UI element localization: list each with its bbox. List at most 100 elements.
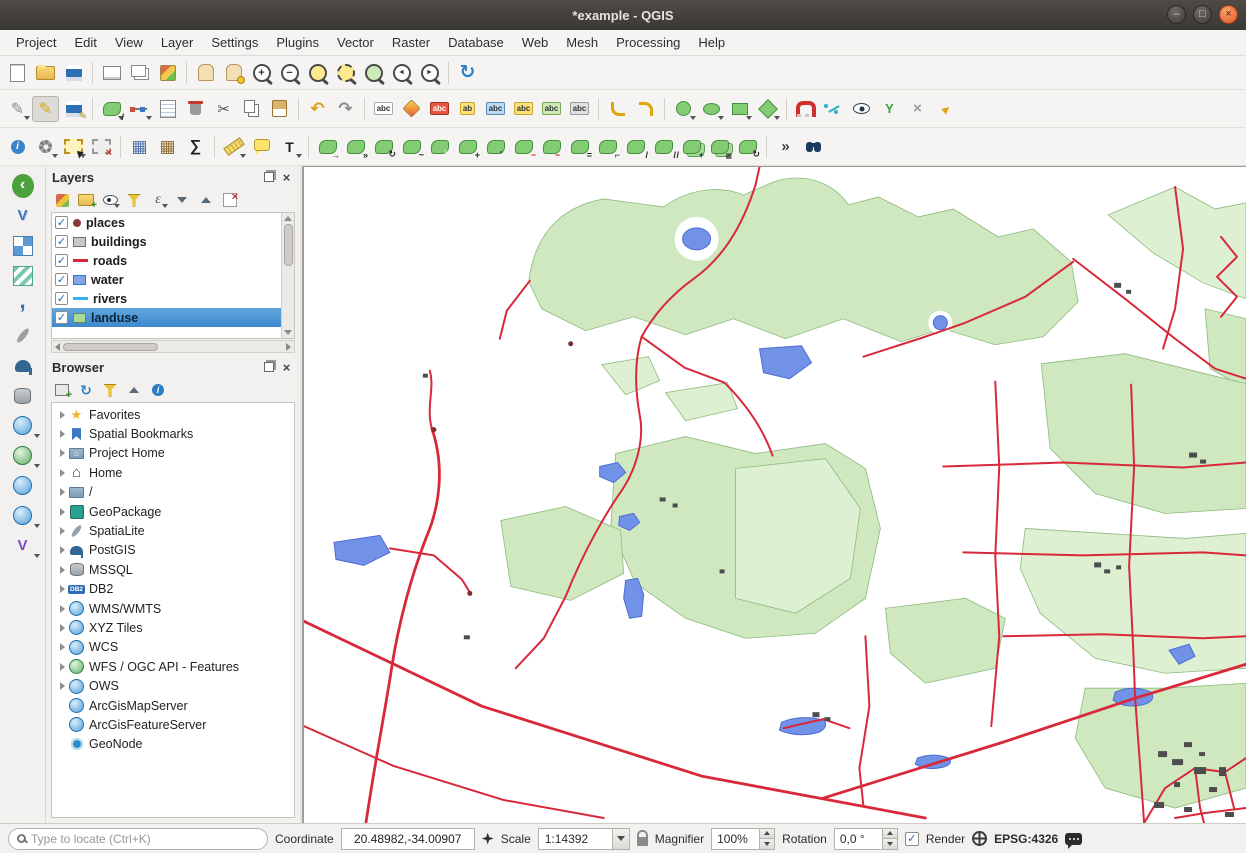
magnifier-spinbox[interactable]: 100% (711, 828, 775, 850)
close-button[interactable]: × (1219, 5, 1238, 24)
layer-checkbox[interactable] (55, 273, 68, 286)
digitize-with-segment-icon[interactable] (98, 96, 125, 122)
spin-down-icon[interactable] (883, 839, 897, 849)
locator-search[interactable] (8, 828, 268, 850)
messages-icon[interactable] (1065, 833, 1082, 845)
toolbar-overflow-icon[interactable] (772, 134, 799, 160)
browser-item-db2[interactable]: DB2 (52, 580, 294, 599)
layer-checkbox[interactable] (55, 254, 68, 267)
rotate-point-symbols-icon[interactable] (734, 134, 761, 160)
close-panel-icon[interactable] (279, 360, 294, 375)
browser-item-wms[interactable]: WMS/WMTS (52, 599, 294, 618)
menu-processing[interactable]: Processing (608, 32, 688, 53)
new-print-layout-icon[interactable] (98, 60, 125, 86)
browser-item-geopackage[interactable]: GeoPackage (52, 502, 294, 521)
eye-icon[interactable] (848, 96, 875, 122)
merge-attributes-icon[interactable] (706, 134, 733, 160)
expander-icon[interactable] (56, 430, 68, 438)
add-vector-layer-icon[interactable] (5, 201, 41, 230)
menu-view[interactable]: View (107, 32, 151, 53)
undo-icon[interactable] (304, 96, 331, 122)
add-xyz-layer-icon[interactable] (5, 501, 41, 530)
select-features-icon[interactable] (60, 134, 87, 160)
snap-vertex-icon[interactable] (876, 96, 903, 122)
browser-item-arcgis-map-server[interactable]: ArcGisMapServer (52, 696, 294, 715)
open-attribute-table-icon[interactable] (126, 134, 153, 160)
coordinate-input[interactable] (342, 832, 474, 846)
cut-features-icon[interactable] (210, 96, 237, 122)
add-spatialite-layer-icon[interactable] (5, 321, 41, 350)
style-manager-icon[interactable] (154, 60, 181, 86)
expander-icon[interactable] (56, 624, 68, 632)
new-project-icon[interactable] (4, 60, 31, 86)
spin-up-icon[interactable] (760, 829, 774, 840)
browser-item-wfs[interactable]: WFS / OGC API - Features (52, 657, 294, 676)
digitize-regular-polygon-icon[interactable] (754, 96, 781, 122)
filter-legend-icon[interactable] (123, 190, 145, 210)
split-features-icon[interactable] (622, 134, 649, 160)
scroll-down-icon[interactable] (284, 330, 292, 335)
measure-line-icon[interactable] (220, 134, 247, 160)
browser-item-spatial-bookmarks[interactable]: Spatial Bookmarks (52, 424, 294, 443)
menu-web[interactable]: Web (514, 32, 557, 53)
layers-vertical-scrollbar[interactable] (281, 213, 294, 338)
remove-layer-icon[interactable] (219, 190, 241, 210)
scroll-up-icon[interactable] (284, 216, 292, 221)
delete-ring-icon[interactable] (510, 134, 537, 160)
labeling-options-icon[interactable] (370, 96, 397, 122)
paste-features-icon[interactable] (266, 96, 293, 122)
delete-part-icon[interactable] (538, 134, 565, 160)
scale-combo[interactable]: 1:14392 (538, 828, 630, 850)
spin-down-icon[interactable] (760, 839, 774, 849)
menu-database[interactable]: Database (440, 32, 512, 53)
refresh-browser-icon[interactable] (75, 380, 97, 400)
layer-checkbox[interactable] (55, 235, 68, 248)
add-delimited-text-layer-icon[interactable] (5, 291, 41, 320)
scrollbar-thumb[interactable] (63, 343, 158, 351)
zoom-to-selection-icon[interactable] (332, 60, 359, 86)
coordinate-box[interactable] (341, 828, 475, 850)
browser-item-mssql[interactable]: MSSQL (52, 560, 294, 579)
browser-item-geonode[interactable]: GeoNode (52, 735, 294, 754)
pan-to-selection-icon[interactable] (220, 60, 247, 86)
zoom-to-layer-icon[interactable] (360, 60, 387, 86)
redo-icon[interactable] (332, 96, 359, 122)
render-checkbox[interactable] (905, 832, 919, 846)
show-layout-manager-icon[interactable] (126, 60, 153, 86)
expander-icon[interactable] (56, 469, 68, 477)
vertex-tool-icon[interactable] (126, 96, 153, 122)
scroll-left-icon[interactable] (55, 343, 60, 351)
toggle-editing-icon[interactable] (32, 96, 59, 122)
trim-extend-icon[interactable] (594, 134, 621, 160)
offset-curve-icon[interactable] (566, 134, 593, 160)
enable-snapping-icon[interactable] (792, 96, 819, 122)
identify-features-icon[interactable] (4, 134, 31, 160)
layer-item-buildings[interactable]: buildings (52, 232, 281, 251)
rotate-feature-icon[interactable] (370, 134, 397, 160)
expander-icon[interactable] (56, 643, 68, 651)
highlight-pinned-labels-icon[interactable] (454, 96, 481, 122)
browser-item-xyz-tiles[interactable]: XYZ Tiles (52, 618, 294, 637)
deselect-features-icon[interactable] (88, 134, 115, 160)
layer-checkbox[interactable] (55, 292, 68, 305)
expander-icon[interactable] (56, 682, 68, 690)
layer-item-landuse[interactable]: landuse (52, 308, 281, 327)
crs-icon[interactable] (972, 831, 987, 846)
simplify-feature-icon[interactable] (398, 134, 425, 160)
run-feature-action-icon[interactable] (32, 134, 59, 160)
move-label-icon[interactable] (510, 96, 537, 122)
scrollbar-thumb[interactable] (284, 224, 293, 266)
show-hide-labels-icon[interactable] (482, 96, 509, 122)
spinner-buttons[interactable] (759, 829, 774, 849)
add-postgis-layer-icon[interactable] (5, 351, 41, 380)
menu-layer[interactable]: Layer (153, 32, 202, 53)
browser-item-postgis[interactable]: PostGIS (52, 541, 294, 560)
scroll-right-icon[interactable] (286, 343, 291, 351)
zoom-full-icon[interactable] (304, 60, 331, 86)
cross-icon[interactable] (904, 96, 931, 122)
lock-scale-icon[interactable] (637, 837, 648, 846)
float-panel-icon[interactable] (261, 360, 276, 375)
pin-labels-icon[interactable] (426, 96, 453, 122)
title-bar[interactable]: *example - QGIS – □ × (0, 0, 1246, 30)
add-raster-layer-icon[interactable] (5, 231, 41, 260)
